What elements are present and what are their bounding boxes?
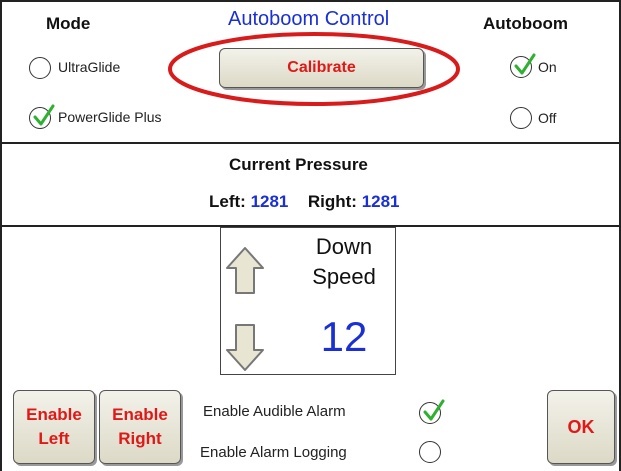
enable-right-line1: Enable xyxy=(112,405,168,424)
frame-left xyxy=(0,0,2,471)
down-speed-title-line1: Down xyxy=(315,234,373,259)
divider-top xyxy=(0,142,621,144)
alarm-logging-checkbox[interactable] xyxy=(419,441,441,463)
pressure-left-label: Left: xyxy=(209,192,246,211)
down-speed-title-line2: Speed xyxy=(312,264,376,289)
autoboom-off-label: Off xyxy=(538,110,557,126)
pressure-left-value: 1281 xyxy=(250,192,289,211)
autoboom-label: Autoboom xyxy=(483,14,568,33)
enable-right-line2: Right xyxy=(118,429,162,448)
enable-left-line1: Enable xyxy=(26,405,82,424)
down-speed-title: Down Speed xyxy=(294,232,394,292)
mode-label: Mode xyxy=(46,14,91,33)
enable-left-line2: Left xyxy=(38,429,70,448)
checkmark-icon xyxy=(423,399,445,421)
down-speed-value: 12 xyxy=(320,313,368,360)
enable-left-button[interactable]: Enable Left xyxy=(13,390,95,464)
ok-button[interactable]: OK xyxy=(547,390,615,464)
down-speed-panel: Down Speed 12 xyxy=(220,227,396,375)
mode-powerglide-label: PowerGlide Plus xyxy=(58,109,162,125)
checkmark-icon xyxy=(514,53,536,75)
enable-right-button[interactable]: Enable Right xyxy=(99,390,181,464)
audible-alarm-checkbox[interactable] xyxy=(419,399,445,424)
mode-ultraglide-radio[interactable] xyxy=(29,57,51,79)
autoboom-on-radio[interactable] xyxy=(510,53,536,78)
frame-top xyxy=(0,0,621,2)
mode-ultraglide-label: UltraGlide xyxy=(58,59,121,75)
audible-alarm-label: Enable Audible Alarm xyxy=(203,403,346,420)
pressure-right-value: 1281 xyxy=(361,192,400,211)
page-title: Autoboom Control xyxy=(228,8,390,30)
pressure-readout: Left: 1281 Right: 1281 xyxy=(209,192,400,212)
checkmark-icon xyxy=(33,104,55,126)
autoboom-on-label: On xyxy=(538,59,557,75)
alarm-logging-label: Enable Alarm Logging xyxy=(200,444,347,461)
arrow-down-icon[interactable] xyxy=(225,322,265,372)
arrow-up-icon[interactable] xyxy=(225,246,265,296)
calibrate-button[interactable]: Calibrate xyxy=(219,48,424,88)
autoboom-off-radio[interactable] xyxy=(510,107,532,129)
mode-powerglide-radio[interactable] xyxy=(29,104,55,129)
pressure-title: Current Pressure xyxy=(229,155,368,174)
pressure-right-label: Right: xyxy=(307,192,357,211)
